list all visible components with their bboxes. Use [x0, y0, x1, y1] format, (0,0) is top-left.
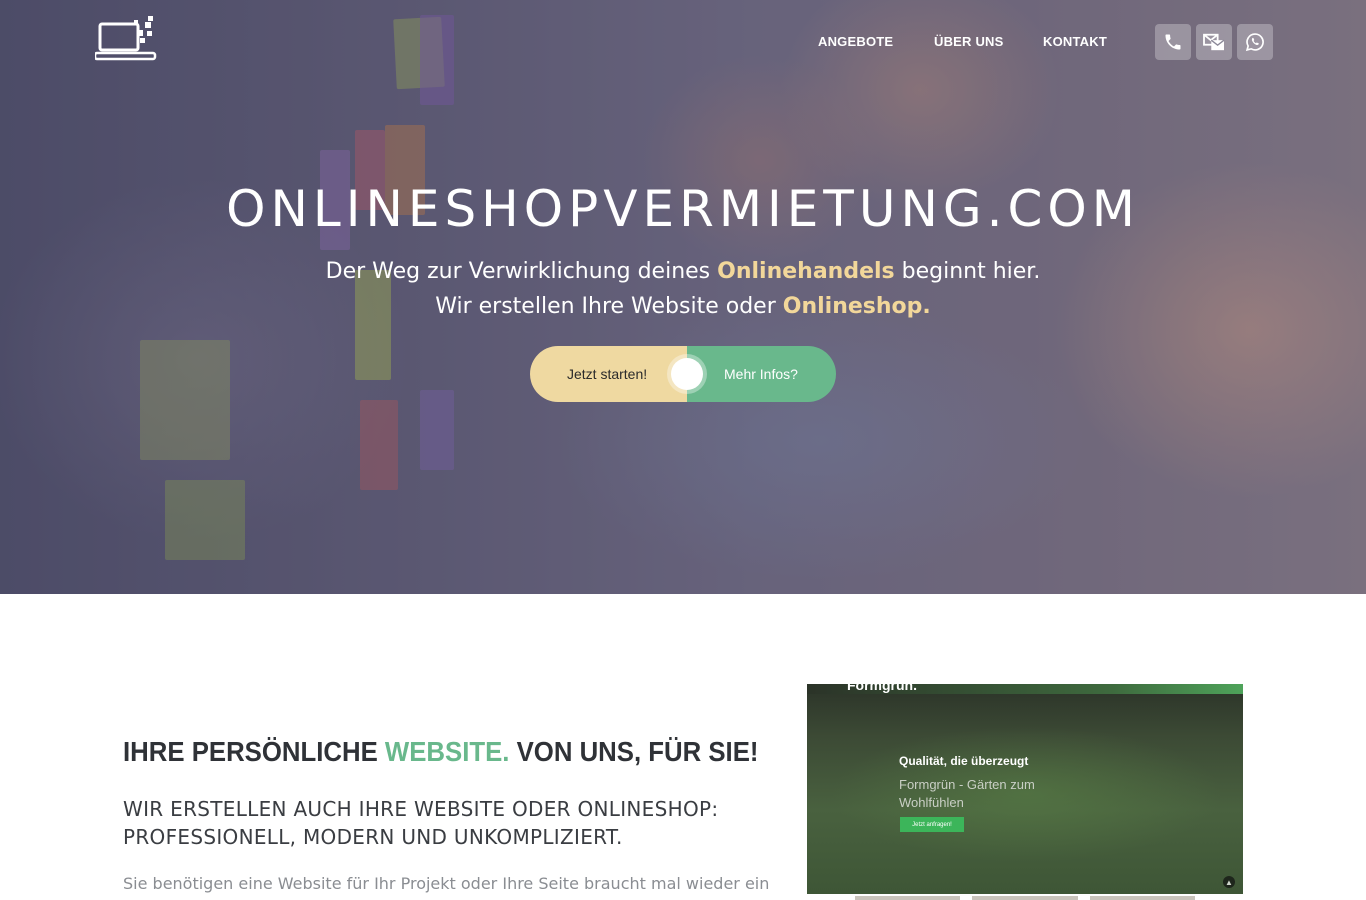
cta-button-group: Jetzt starten! Mehr Infos? [530, 346, 836, 402]
scroll-up-icon: ▲ [1223, 876, 1235, 888]
nav-item-ueber-uns[interactable]: ÜBER UNS [934, 34, 1004, 49]
phone-icon [1165, 34, 1181, 50]
preview-thumbnail[interactable] [1090, 896, 1195, 900]
hero-text: beginnt hier. [894, 259, 1041, 284]
hero-section: ANGEBOTE ÜBER UNS KONTAKT ONLINESHOPVERM… [0, 0, 1366, 594]
nav-item-kontakt[interactable]: KONTAKT [1043, 34, 1107, 49]
hero-subtitle-line-2: Wir erstellen Ihre Website oder Onlinesh… [0, 294, 1366, 319]
preview-text: Formgrün - Gärten zum Wohlfühlen [899, 777, 1035, 810]
hero-title: ONLINESHOPVERMIETUNG.COM [226, 180, 1140, 238]
hero-text: Wir erstellen Ihre Website oder [435, 294, 783, 319]
hero-subtitle-line-1: Der Weg zur Verwirklichung deines Online… [0, 259, 1366, 284]
more-info-button[interactable]: Mehr Infos? [687, 346, 836, 402]
preview-button: Jetzt anfragen! [900, 817, 964, 832]
title-highlight: WEBSITE. [384, 736, 510, 767]
title-text: IHRE PERSÖNLICHE [123, 736, 385, 767]
start-button[interactable]: Jetzt starten! [530, 346, 687, 402]
preview-brand: Formgrün. [847, 684, 917, 693]
nav-item-angebote[interactable]: ANGEBOTE [818, 34, 893, 49]
cta-divider-circle [671, 358, 703, 390]
website-preview-image: Formgrün. Qualität, die überzeugt Formgr… [807, 684, 1243, 894]
preview-thumbnail[interactable] [855, 896, 960, 900]
whatsapp-icon [1245, 33, 1264, 52]
whatsapp-button[interactable] [1237, 24, 1273, 60]
section-subtitle: WIR ERSTELLEN AUCH IHRE WEBSITE ODER ONL… [123, 797, 719, 849]
phone-button[interactable] [1155, 24, 1191, 60]
preview-thumbnail[interactable] [972, 896, 1078, 900]
section-body-text: Sie benötigen eine Website für Ihr Proje… [123, 874, 770, 893]
section-title: IHRE PERSÖNLICHE WEBSITE. VON UNS, FÜR S… [123, 736, 758, 768]
email-icon [1203, 33, 1225, 51]
hero-highlight: Onlinehandels [717, 259, 895, 284]
hero-text: Der Weg zur Verwirklichung deines [325, 259, 718, 284]
title-text: VON UNS, FÜR SIE! [509, 736, 759, 767]
preview-heading: Qualität, die überzeugt [899, 754, 1029, 768]
email-button[interactable] [1196, 24, 1232, 60]
hero-highlight: Onlineshop. [782, 294, 931, 319]
